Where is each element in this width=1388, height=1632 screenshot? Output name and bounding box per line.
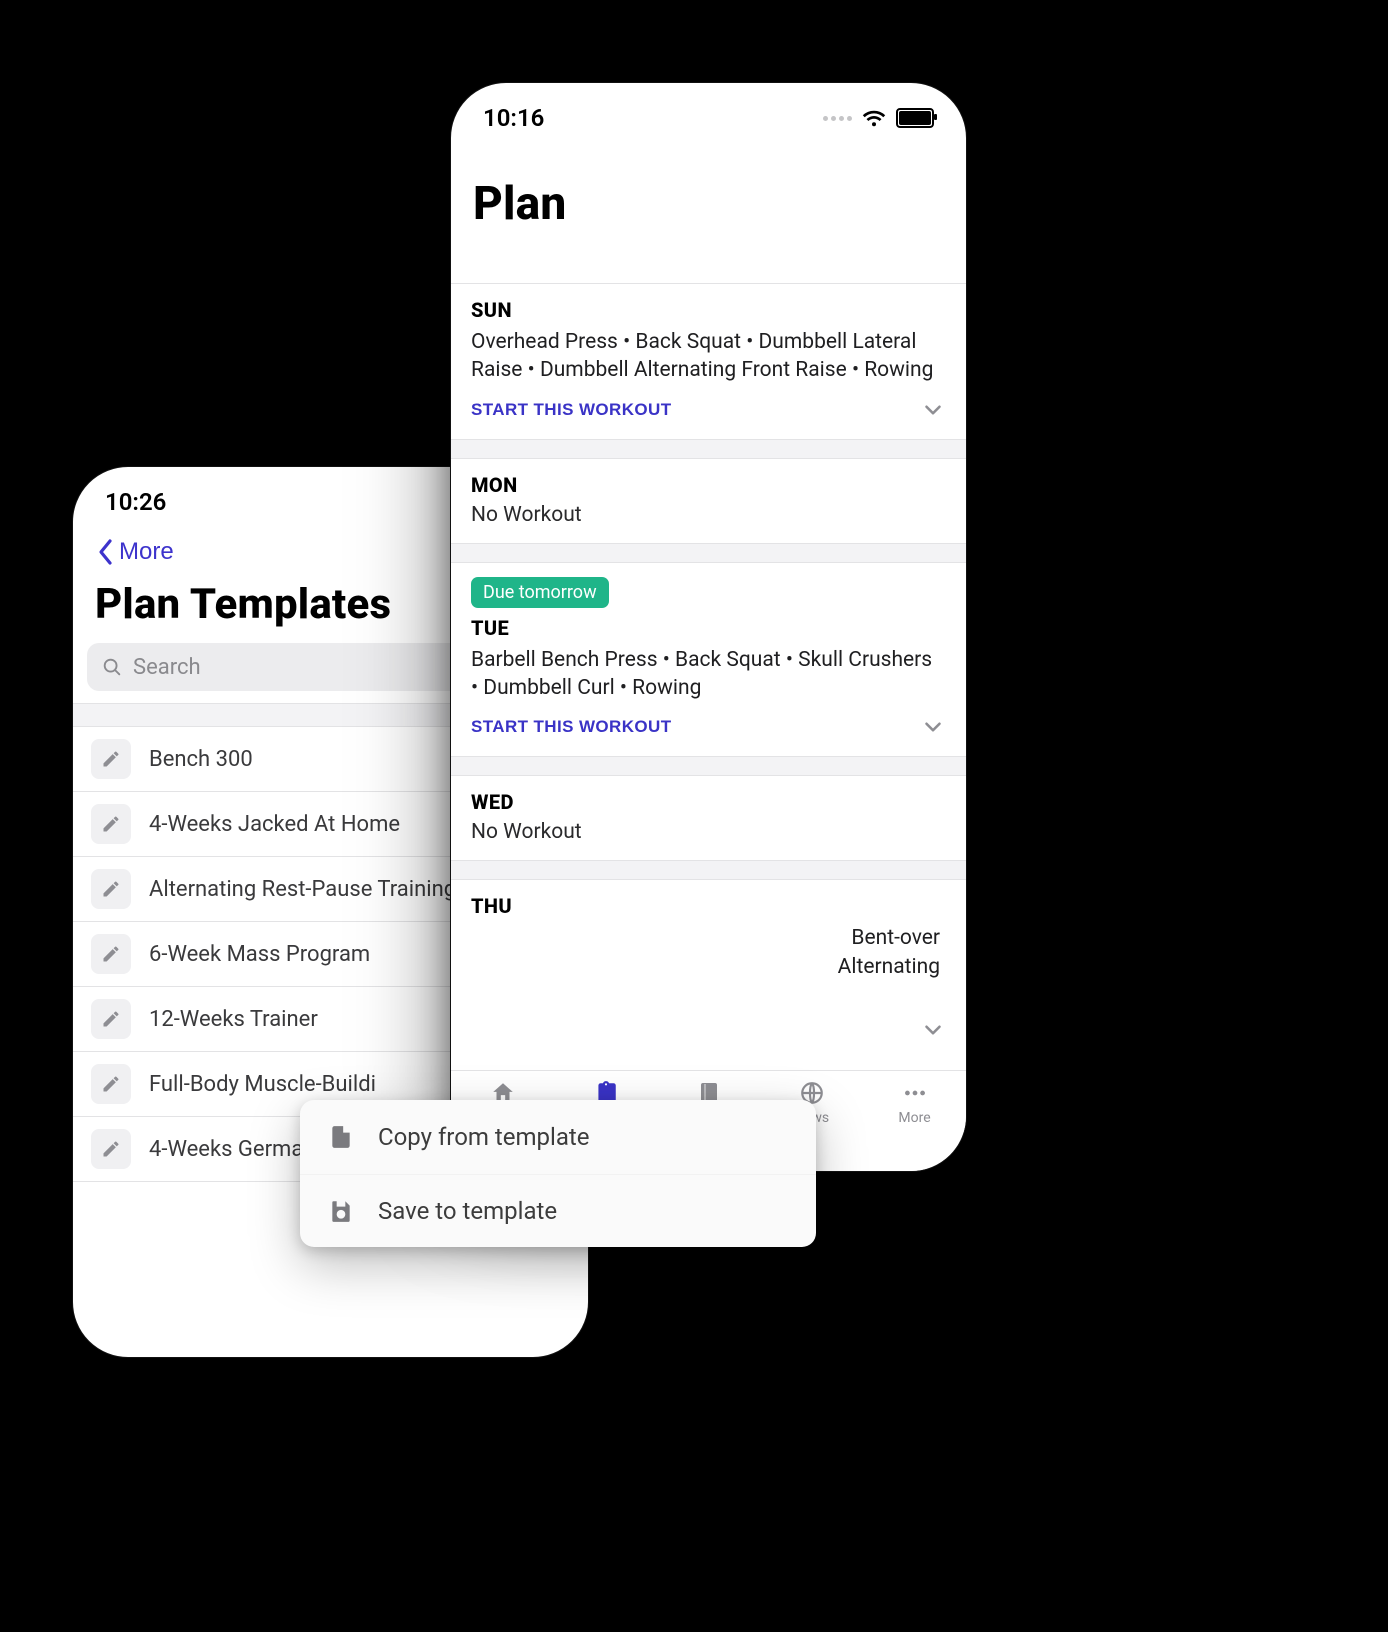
status-bar: 10:16 [451,83,966,153]
day-exercises: Bent-over Alternating [471,924,946,981]
pencil-icon [91,1129,131,1169]
file-icon [328,1122,354,1152]
day-name: SUN [471,298,946,322]
day-name: TUE [471,616,946,640]
day-name: WED [471,790,946,814]
day-card[interactable]: WED No Workout [451,776,966,860]
chevron-left-icon [97,538,115,566]
pencil-icon [91,999,131,1039]
status-time: 10:26 [105,488,166,516]
start-workout-button[interactable]: START THIS WORKOUT [471,717,671,737]
menu-label: Copy from template [378,1123,589,1151]
template-label: Full-Body Muscle-Buildi [149,1072,376,1097]
pencil-icon [91,739,131,779]
back-label: More [119,538,174,566]
plan-scroll[interactable]: SUN Overhead Press • Back Squat • Dumbbe… [451,283,966,1079]
day-card[interactable]: SUN Overhead Press • Back Squat • Dumbbe… [451,284,966,439]
day-exercises: Barbell Bench Press • Back Squat • Skull… [471,646,946,703]
day-card[interactable]: Due tomorrow TUE Barbell Bench Press • B… [451,563,966,757]
no-workout-text: No Workout [471,820,946,844]
context-menu: Copy from template Save to template [300,1100,816,1247]
page-title: Plan [451,177,966,231]
menu-label: Save to template [378,1197,557,1225]
search-icon [101,656,123,678]
day-name: THU [471,894,946,918]
menu-copy-from-template[interactable]: Copy from template [300,1100,816,1174]
day-card[interactable]: MON No Workout [451,459,966,543]
wifi-icon [862,109,886,127]
tab-label: More [898,1110,930,1126]
section-gap [451,756,966,776]
menu-save-to-template[interactable]: Save to template [300,1174,816,1247]
pencil-icon [91,869,131,909]
tab-more[interactable]: More [863,1079,966,1171]
day-name: MON [471,473,946,497]
cellular-icon [823,116,852,121]
chevron-down-icon[interactable] [920,1017,946,1043]
no-workout-text: No Workout [471,503,946,527]
template-label: 4-Weeks Jacked At Home [149,812,400,837]
back-button[interactable]: More [91,537,180,567]
save-icon [328,1198,354,1224]
section-gap [451,439,966,459]
day-card[interactable]: THU Bent-over Alternating [451,880,966,1078]
template-label: Bench 300 [149,747,253,772]
start-workout-button[interactable]: START THIS WORKOUT [471,400,671,420]
chevron-down-icon[interactable] [920,397,946,423]
pencil-icon [91,934,131,974]
more-icon [901,1079,929,1107]
template-label: Alternating Rest-Pause Training [149,877,456,902]
battery-icon [896,108,934,128]
template-label: 12-Weeks Trainer [149,1007,318,1032]
chevron-down-icon[interactable] [920,714,946,740]
section-gap [451,543,966,563]
day-exercises: Overhead Press • Back Squat • Dumbbell L… [471,328,946,385]
due-badge: Due tomorrow [471,577,609,608]
pencil-icon [91,1064,131,1104]
phone-plan: 10:16 Plan SUN Overhead Press • Back Squ… [450,82,967,1172]
search-placeholder: Search [133,655,201,680]
status-time: 10:16 [483,104,544,132]
template-label: 6-Week Mass Program [149,942,370,967]
section-gap [451,860,966,880]
pencil-icon [91,804,131,844]
